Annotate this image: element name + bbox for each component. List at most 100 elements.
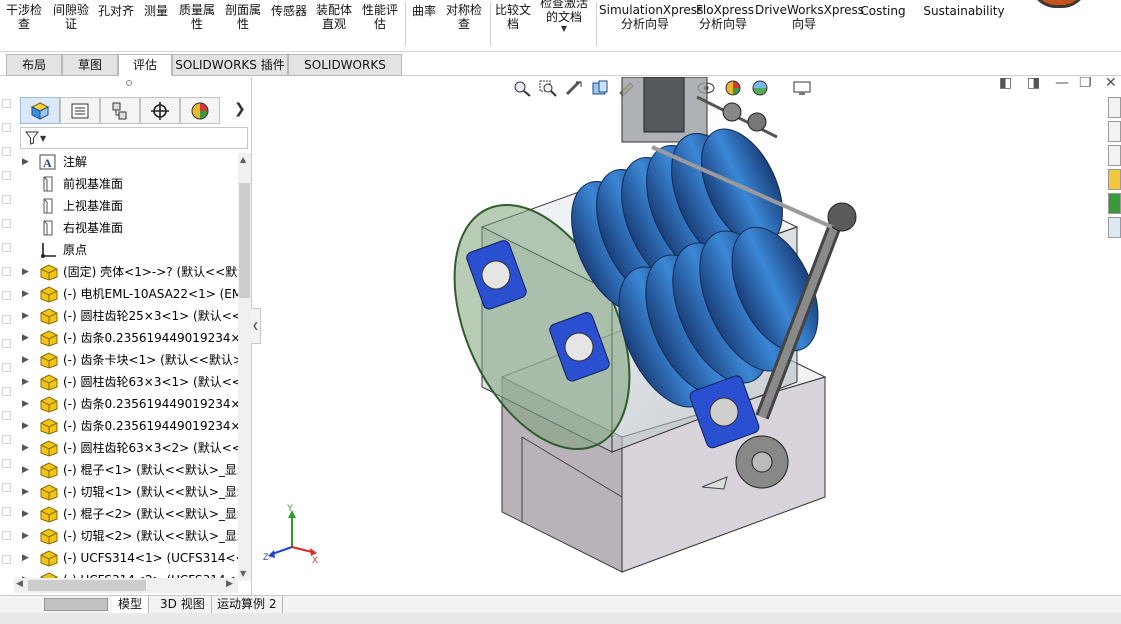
scroll-left-icon[interactable]: ◀ <box>16 579 23 589</box>
expand-arrow-icon[interactable]: ▶ <box>22 261 29 283</box>
expand-arrow-icon[interactable]: ▶ <box>22 459 29 481</box>
floxpress-button[interactable]: FloXpress 分析向导 <box>694 0 754 46</box>
tab-scroll-arrows[interactable] <box>44 598 108 611</box>
tree-item[interactable]: ▶ (-) 圆柱齿轮63×3<2> (默认<<默 <box>16 437 238 459</box>
clearance-verification-button[interactable]: 间隙验证 <box>50 0 92 46</box>
tab-layout[interactable]: 布局 <box>6 54 62 76</box>
expand-arrow-icon[interactable]: ▶ <box>22 283 29 305</box>
restore-icon[interactable]: ❐ <box>1079 77 1092 91</box>
scrollbar-thumb[interactable] <box>239 183 250 298</box>
edge-marker <box>2 195 11 204</box>
edge-marker <box>2 99 11 108</box>
expand-arrow-icon[interactable]: ▶ <box>22 481 29 503</box>
tab-motion-study-2[interactable]: 运动算例 2 <box>211 596 284 613</box>
hole-alignment-button[interactable]: 孔对齐 <box>96 0 136 46</box>
tree-item[interactable]: ▶ (-) 齿条0.235619449019234×3 <box>16 327 238 349</box>
tree-item[interactable]: ▶ (-) 棍子<2> (默认<<默认>_显示 <box>16 503 238 525</box>
tab-solidworks-addins[interactable]: SOLIDWORKS 插件 <box>172 54 288 76</box>
left-edge-strip <box>0 95 14 595</box>
view-palette-icon[interactable] <box>1108 169 1121 190</box>
curvature-button[interactable]: 曲率 <box>408 0 440 46</box>
tree-vertical-scrollbar[interactable]: ▲ ▼ <box>238 153 251 581</box>
tree-item[interactable]: ▶ A 注解 <box>16 151 238 173</box>
sensor-button[interactable]: 传感器 <box>268 0 310 46</box>
expand-arrow-icon[interactable]: ▶ <box>22 151 29 173</box>
expand-arrow-icon[interactable]: ▶ <box>22 393 29 415</box>
compare-documents-button[interactable]: 比较文档 <box>492 0 534 46</box>
label: 性能评估 <box>361 3 398 31</box>
tree-item[interactable]: ▶ (-) 圆柱齿轮63×3<1> (默认<<默 <box>16 371 238 393</box>
scroll-right-icon[interactable]: ▶ <box>226 579 233 589</box>
expand-arrow-icon[interactable]: ▶ <box>22 437 29 459</box>
configuration-icon <box>112 102 127 119</box>
panel-grip-icon[interactable] <box>126 80 132 86</box>
tab-evaluate[interactable]: 评估 <box>118 54 172 76</box>
tab-solidworks-mbd[interactable]: SOLIDWORKS MBD <box>288 54 402 92</box>
performance-evaluation-button[interactable]: 性能评估 <box>358 0 402 46</box>
costing-button[interactable]: Costing <box>856 0 910 46</box>
expand-arrow-icon[interactable]: ▶ <box>22 415 29 437</box>
tree-item[interactable]: ▶ (-) 棍子<1> (默认<<默认>_显示 <box>16 459 238 481</box>
expand-arrow-icon[interactable]: ▶ <box>22 349 29 371</box>
expand-arrow-icon[interactable]: ▶ <box>22 371 29 393</box>
section-properties-button[interactable]: 剖面属性 <box>222 0 264 46</box>
scroll-down-icon[interactable]: ▼ <box>240 569 246 578</box>
appearance-ball-icon <box>191 102 209 119</box>
tree-horizontal-scrollbar[interactable]: ◀ ▶ <box>14 578 238 593</box>
design-library-icon[interactable] <box>1108 121 1121 142</box>
tree-item[interactable]: ▶ (-) 齿条0.235619449019234×3 <box>16 393 238 415</box>
chevron-right-icon[interactable]: ❯ <box>234 101 246 117</box>
custom-properties-icon[interactable] <box>1108 217 1121 238</box>
measure-button[interactable]: 测量 <box>140 0 172 46</box>
tree-item[interactable]: ▶ (-) 圆柱齿轮25×3<1> (默认<<默 <box>16 305 238 327</box>
assembly-model-render[interactable] <box>432 77 862 577</box>
tree-item[interactable]: 右视基准面 <box>16 217 238 239</box>
tree-item-label: (-) 圆柱齿轮25×3<1> (默认<<默 <box>63 309 238 323</box>
scroll-up-icon[interactable]: ▲ <box>240 155 246 164</box>
symmetry-check-button[interactable]: 对称检查 <box>442 0 486 46</box>
driveworksxpress-button[interactable]: DriveWorksXpress 向导 <box>754 0 864 46</box>
expand-arrow-icon[interactable]: ▶ <box>22 327 29 349</box>
tree-item[interactable]: ▶ (-) 切辊<2> (默认<<默认>_显示 <box>16 525 238 547</box>
scrollbar-thumb[interactable] <box>28 580 146 591</box>
tree-filter[interactable]: ▼ <box>20 127 248 149</box>
tree-item[interactable]: ▶ (-) 电机EML-10ASA22<1> (EM <box>16 283 238 305</box>
assembly-visualization-button[interactable]: 装配体直观 <box>314 0 354 46</box>
display-manager-tab[interactable] <box>180 97 220 124</box>
tree-item[interactable]: ▶ (-) 齿条卡块<1> (默认<<默认> <box>16 349 238 371</box>
property-manager-tab[interactable] <box>60 97 100 124</box>
expand-arrow-icon[interactable]: ▶ <box>22 503 29 525</box>
minimize-icon[interactable]: — <box>1055 77 1069 91</box>
configuration-manager-tab[interactable] <box>100 97 140 124</box>
file-explorer-icon[interactable] <box>1108 145 1121 166</box>
check-active-document-button[interactable]: 检查激活的文档 ▼ <box>536 0 592 46</box>
tab-model[interactable]: 模型 <box>112 596 150 613</box>
feature-manager-tab[interactable] <box>20 97 60 124</box>
solidworks-window: 干涉检查 间隙验证 孔对齐 测量 质量属性 剖面属性 传感器 装配体直观 性能评… <box>0 0 1121 624</box>
expand-arrow-icon[interactable]: ▶ <box>22 525 29 547</box>
mass-properties-button[interactable]: 质量属性 <box>176 0 218 46</box>
panel-collapse-handle[interactable]: ❮ <box>251 308 261 344</box>
graphics-area[interactable]: ◧ ◨ — ❐ ✕ Y X Z <box>262 77 1121 595</box>
sustainability-button[interactable]: Sustainability <box>920 0 1008 46</box>
appearances-icon[interactable] <box>1108 193 1121 214</box>
tree-item[interactable]: 前视基准面 <box>16 173 238 195</box>
tree-item[interactable]: 上视基准面 <box>16 195 238 217</box>
close-icon[interactable]: ✕ <box>1105 77 1117 91</box>
tab-3d-view[interactable]: 3D 视图 <box>154 596 212 613</box>
tree-item[interactable]: ▶ (-) UCFS314<1> (UCFS314<<U <box>16 547 238 569</box>
tile-right-icon[interactable]: ◨ <box>1027 77 1040 91</box>
expand-arrow-icon[interactable]: ▶ <box>22 547 29 569</box>
expand-arrow-icon[interactable]: ▶ <box>22 305 29 327</box>
tree-item[interactable]: ▶ (固定) 壳体<1>->? (默认<<默认 <box>16 261 238 283</box>
tree-item[interactable]: 原点 <box>16 239 238 261</box>
tab-sketch[interactable]: 草图 <box>62 54 118 76</box>
tree-item[interactable]: ▶ (-) 齿条0.235619449019234×3 <box>16 415 238 437</box>
tree-item[interactable]: ▶ (-) 切辊<1> (默认<<默认>_显示 <box>16 481 238 503</box>
interference-check-button[interactable]: 干涉检查 <box>2 0 46 46</box>
simulationxpress-button[interactable]: SimulationXpress 分析向导 <box>598 0 703 46</box>
svg-text:A: A <box>43 156 52 170</box>
tile-left-icon[interactable]: ◧ <box>999 77 1012 91</box>
home-icon[interactable] <box>1108 97 1121 118</box>
dimxpert-manager-tab[interactable] <box>140 97 180 124</box>
